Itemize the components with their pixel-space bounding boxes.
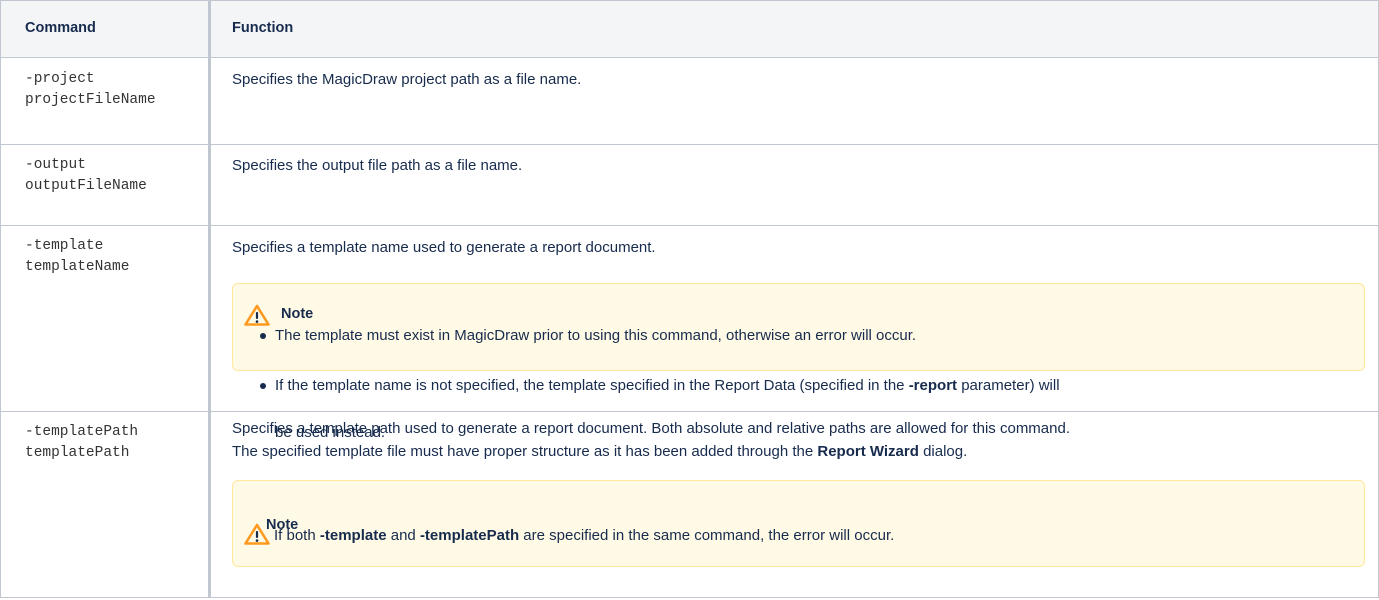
table-row-function: Specifies the MagicDraw project path as … [232, 71, 582, 88]
note-bullet: If the template name is not specified, t… [275, 377, 1060, 394]
table-row-function: The specified template file must have pr… [232, 443, 968, 460]
note-bullet: The template must exist in MagicDraw pri… [275, 327, 917, 344]
table-row-command: -output outputFileName [25, 157, 147, 194]
bullet-icon [260, 333, 266, 339]
table-border-left [0, 0, 1, 598]
table-row-command: -template templateName [25, 238, 130, 275]
note-panel [232, 480, 1365, 567]
row-divider [0, 57, 1379, 58]
table-border-bottom [0, 597, 1379, 598]
row-divider [0, 144, 1379, 145]
note-text: If both -template and -templatePath are … [274, 527, 895, 544]
column-divider [208, 0, 211, 598]
commands-table: Command Function -project projectFileNam… [0, 0, 1379, 600]
row-divider [0, 411, 1379, 412]
table-row-function: Specifies a template path used to genera… [232, 420, 1071, 437]
header-function: Function [232, 20, 294, 36]
table-row-command: -templatePath templatePath [25, 424, 139, 461]
header-command: Command [25, 20, 96, 36]
bullet-icon [260, 383, 266, 389]
note-title: Note [281, 306, 314, 322]
row-divider [0, 225, 1379, 226]
table-border-top [0, 0, 1379, 1]
table-row-function: Specifies a template name used to genera… [232, 239, 656, 256]
table-row-command: -project projectFileName [25, 71, 156, 108]
warning-icon [244, 304, 270, 326]
table-row-function: Specifies the output file path as a file… [232, 157, 523, 174]
